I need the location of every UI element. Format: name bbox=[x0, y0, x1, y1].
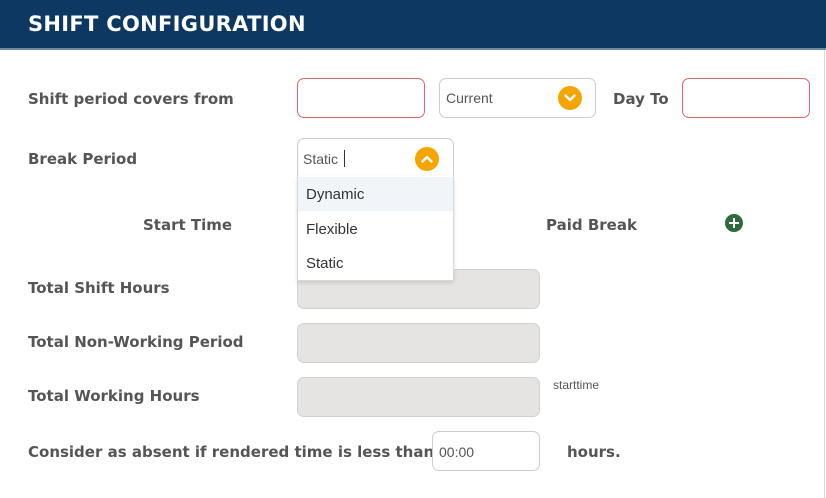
total-working-hours-field bbox=[297, 377, 540, 417]
shift-period-label: Shift period covers from bbox=[28, 90, 234, 108]
hours-suffix: hours. bbox=[567, 443, 621, 461]
day-to-input[interactable] bbox=[682, 78, 810, 118]
day-select-value: Current bbox=[446, 90, 493, 106]
break-period-label: Break Period bbox=[28, 150, 138, 168]
day-select[interactable]: Current bbox=[439, 78, 596, 118]
add-circle-icon[interactable] bbox=[725, 214, 743, 232]
total-working-hours-label: Total Working Hours bbox=[28, 387, 200, 405]
dropdown-option-static[interactable]: Static bbox=[298, 246, 453, 280]
start-time-header: Start Time bbox=[143, 216, 233, 234]
text-caret bbox=[344, 150, 345, 167]
total-non-working-label: Total Non-Working Period bbox=[28, 333, 244, 351]
chevron-down-icon[interactable] bbox=[558, 86, 582, 110]
total-non-working-field bbox=[297, 323, 540, 363]
break-period-dropdown: Dynamic Flexible Static bbox=[297, 176, 454, 281]
break-period-value[interactable]: Static bbox=[303, 151, 338, 167]
starttime-note: starttime bbox=[553, 378, 600, 392]
day-to-label: Day To bbox=[613, 90, 669, 108]
page-title: SHIFT CONFIGURATION bbox=[28, 12, 306, 36]
page-header: SHIFT CONFIGURATION bbox=[0, 0, 826, 50]
absent-threshold-input[interactable]: 00:00 bbox=[432, 431, 540, 471]
paid-break-header: Paid Break bbox=[546, 216, 637, 234]
absent-threshold-value: 00:00 bbox=[439, 444, 475, 460]
dropdown-option-flexible[interactable]: Flexible bbox=[298, 212, 453, 246]
shift-from-input[interactable] bbox=[297, 78, 425, 118]
absent-threshold-label: Consider as absent if rendered time is l… bbox=[28, 443, 435, 461]
chevron-up-icon[interactable] bbox=[415, 147, 439, 171]
dropdown-option-dynamic[interactable]: Dynamic bbox=[298, 177, 453, 211]
total-shift-hours-label: Total Shift Hours bbox=[28, 279, 170, 297]
break-period-select[interactable]: Static bbox=[297, 138, 454, 178]
